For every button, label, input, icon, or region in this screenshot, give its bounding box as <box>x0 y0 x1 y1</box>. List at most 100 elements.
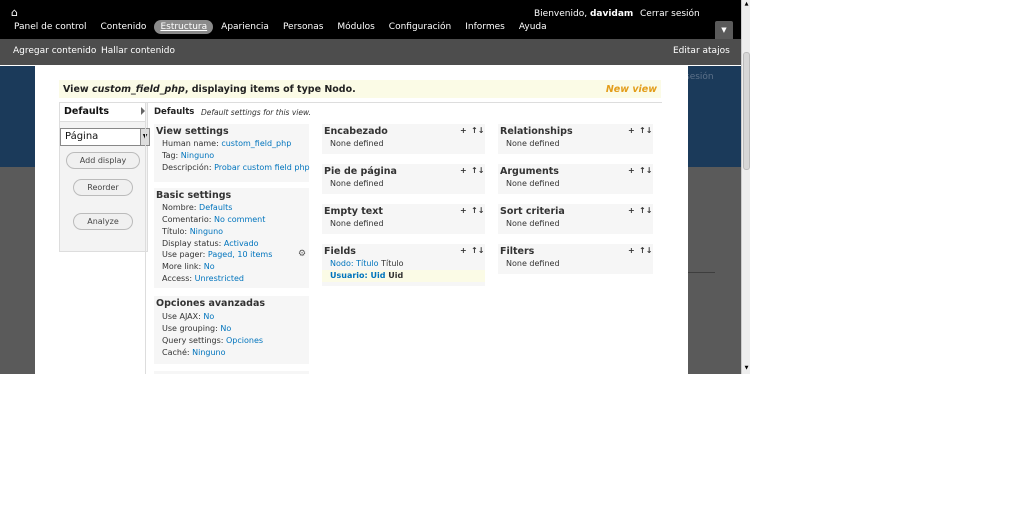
setting-human-name: Human name: custom_field_php <box>162 139 292 148</box>
basic-settings-title: Basic settings <box>156 190 232 201</box>
filters-title: Filters <box>500 246 535 257</box>
nombre-link[interactable]: Defaults <box>199 203 232 212</box>
rearrange-arguments-icon[interactable]: ↑↓ <box>639 166 652 175</box>
rearrange-empty-text-icon[interactable]: ↑↓ <box>471 206 484 215</box>
rearrange-filters-icon[interactable]: ↑↓ <box>639 246 652 255</box>
view-header: View custom_field_php, displaying items … <box>59 80 661 98</box>
setting-more-link: More link: No <box>162 262 215 271</box>
background-divider <box>688 272 715 273</box>
add-argument-icon[interactable]: + <box>628 166 635 175</box>
setting-access: Access: Unrestricted <box>162 274 244 283</box>
main-border-left <box>145 102 146 374</box>
menu-modulos[interactable]: Módulos <box>331 20 380 34</box>
add-footer-icon[interactable]: + <box>460 166 467 175</box>
scrollbar-thumb[interactable] <box>743 52 750 170</box>
welcome-prefix: Bienvenido, <box>534 9 588 19</box>
shortcut-add-content[interactable]: Agregar contenido <box>13 46 96 56</box>
add-empty-text-icon[interactable]: + <box>460 206 467 215</box>
access-link[interactable]: Unrestricted <box>195 274 244 283</box>
human-name-link[interactable]: custom_field_php <box>221 139 291 148</box>
add-sort-icon[interactable]: + <box>628 206 635 215</box>
add-filter-icon[interactable]: + <box>628 246 635 255</box>
filters-empty: None defined <box>506 259 560 268</box>
empty-text-panel: Empty text + ↑↓ None defined <box>322 204 485 234</box>
display-type-select[interactable]: Página ▼ <box>60 128 150 146</box>
menu-configuracion[interactable]: Configuración <box>383 20 457 34</box>
footer-empty: None defined <box>330 179 384 188</box>
header-empty: None defined <box>330 139 384 148</box>
sort-criteria-empty: None defined <box>506 219 560 228</box>
view-machine-name: custom_field_php <box>91 84 185 95</box>
display-tabs: Defaults Página ▼ Add display Reorder An… <box>59 102 150 252</box>
display-status-link[interactable]: Activado <box>224 239 259 248</box>
description-link[interactable]: Probar custom field php <box>214 163 310 172</box>
rearrange-header-icon[interactable]: ↑↓ <box>471 126 484 135</box>
setting-titulo: Título: Ninguno <box>162 227 224 236</box>
field-user-uid-link[interactable]: Usuario: Uid <box>330 271 385 280</box>
sort-criteria-title: Sort criteria <box>500 206 565 217</box>
username-link[interactable]: davidam <box>590 9 633 19</box>
views-overlay: View custom_field_php, displaying items … <box>35 66 688 374</box>
logout-link[interactable]: Cerrar sesión <box>640 9 700 19</box>
reorder-button[interactable]: Reorder <box>73 179 133 196</box>
add-relationship-icon[interactable]: + <box>628 126 635 135</box>
shortcuts-toggle-icon[interactable]: ▼ <box>715 21 733 39</box>
scroll-up-icon[interactable]: ▲ <box>742 0 750 9</box>
empty-text-title: Empty text <box>324 206 383 217</box>
field-row: Usuario: Uid Uid <box>330 271 404 280</box>
main-border-top <box>145 102 662 103</box>
field-row: Nodo: Título Título <box>330 259 404 268</box>
relationships-panel: Relationships + ↑↓ None defined <box>498 124 653 154</box>
tag-link[interactable]: Ninguno <box>181 151 214 160</box>
titulo-link[interactable]: Ninguno <box>190 227 223 236</box>
setting-description: Descripción: Probar custom field php <box>162 163 310 172</box>
use-ajax-link[interactable]: No <box>203 312 214 321</box>
setting-use-pager: Use pager: Paged, 10 items <box>162 250 273 259</box>
advanced-options-title[interactable]: Opciones avanzadas <box>156 298 265 309</box>
menu-panel-de-control[interactable]: Panel de control <box>8 20 92 34</box>
edit-shortcuts-link[interactable]: Editar atajos <box>673 46 730 56</box>
basic-settings-panel: Basic settings Nombre: Defaults Comentar… <box>154 188 309 288</box>
analyze-button[interactable]: Analyze <box>73 213 133 230</box>
scroll-down-icon[interactable]: ▼ <box>742 364 750 373</box>
cache-link[interactable]: Ninguno <box>192 348 225 357</box>
shortcuts-bar: Agregar contenido Hallar contenido Edita… <box>0 39 741 65</box>
add-field-icon[interactable]: + <box>460 246 467 255</box>
menu-estructura[interactable]: Estructura <box>154 20 214 34</box>
menu-informes[interactable]: Informes <box>459 20 511 34</box>
rearrange-footer-icon[interactable]: ↑↓ <box>471 166 484 175</box>
rearrange-fields-icon[interactable]: ↑↓ <box>471 246 484 255</box>
use-grouping-link[interactable]: No <box>220 324 231 333</box>
add-header-icon[interactable]: + <box>460 126 467 135</box>
relationships-title: Relationships <box>500 126 573 137</box>
arguments-title: Arguments <box>500 166 559 177</box>
pager-settings-gear-icon[interactable]: ⚙ <box>298 249 306 259</box>
arguments-panel: Arguments + ↑↓ None defined <box>498 164 653 194</box>
setting-use-ajax: Use AJAX: No <box>162 312 215 321</box>
welcome-message: Bienvenido, davidam <box>534 9 633 19</box>
menu-contenido[interactable]: Contenido <box>94 20 152 34</box>
display-label: Defaults <box>154 107 195 117</box>
query-settings-link[interactable]: Opciones <box>226 336 263 345</box>
add-display-button[interactable]: Add display <box>66 152 140 169</box>
footer-panel: Pie de página + ↑↓ None defined <box>322 164 485 194</box>
next-panel-edge <box>154 371 309 374</box>
menu-apariencia[interactable]: Apariencia <box>215 20 275 34</box>
rearrange-relationships-icon[interactable]: ↑↓ <box>639 126 652 135</box>
browser-viewport: sesión ⌂ Panel de control Contenido Estr… <box>0 0 750 374</box>
comentario-link[interactable]: No comment <box>214 215 265 224</box>
advanced-options-panel: Opciones avanzadas Use AJAX: No Use grou… <box>154 296 309 364</box>
field-node-title-link[interactable]: Nodo: Título <box>330 259 379 268</box>
rearrange-sort-icon[interactable]: ↑↓ <box>639 206 652 215</box>
view-settings-title: View settings <box>156 126 229 137</box>
arguments-empty: None defined <box>506 179 560 188</box>
tab-defaults[interactable]: Defaults <box>60 103 146 122</box>
use-pager-link[interactable]: Paged, 10 items <box>208 250 273 259</box>
more-link-link[interactable]: No <box>204 262 215 271</box>
new-view-link[interactable]: New view <box>606 84 657 95</box>
menu-ayuda[interactable]: Ayuda <box>513 20 553 34</box>
home-icon[interactable]: ⌂ <box>11 7 23 19</box>
vertical-scrollbar[interactable]: ▲ ▼ <box>741 0 750 374</box>
menu-personas[interactable]: Personas <box>277 20 329 34</box>
shortcut-find-content[interactable]: Hallar contenido <box>101 46 175 56</box>
